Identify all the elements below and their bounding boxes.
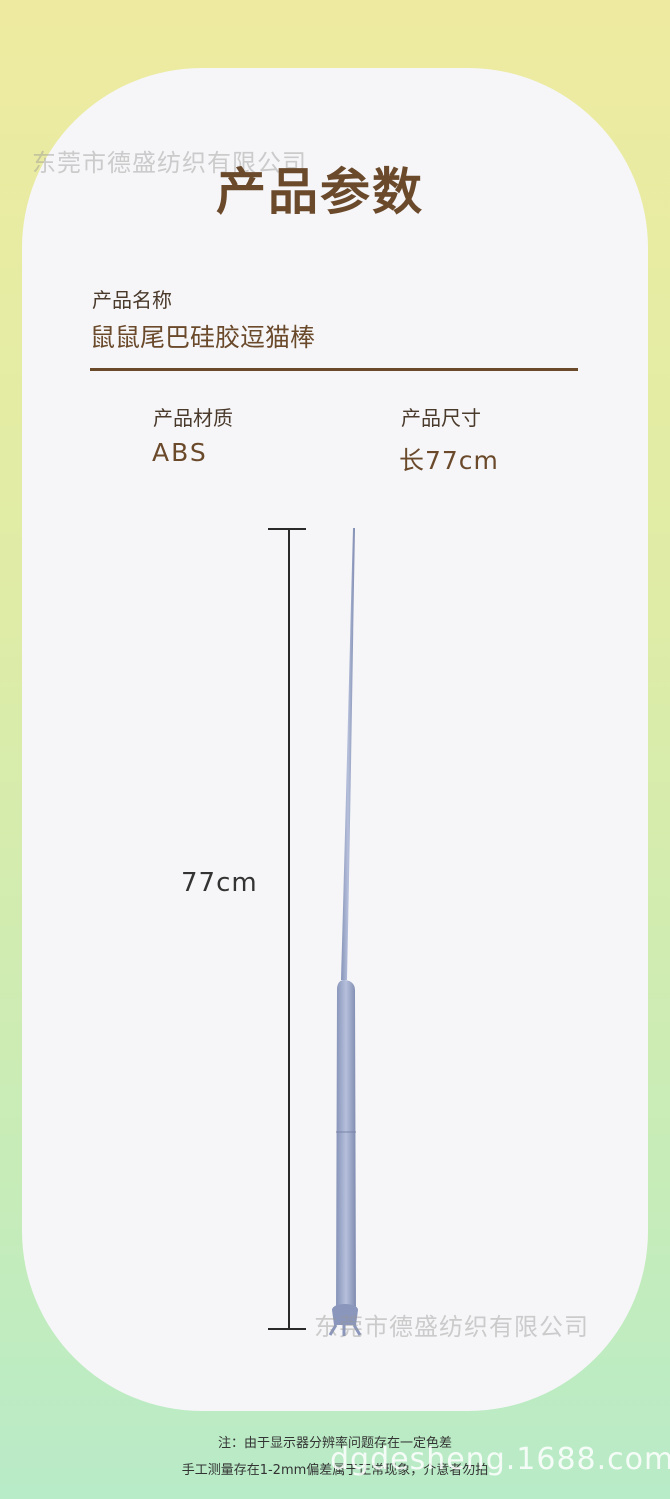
size-label: 产品尺寸: [401, 406, 481, 430]
material-label: 产品材质: [153, 406, 233, 430]
dimension-top-cap: [268, 528, 306, 530]
watermark-site: dgdesheng.1688.com: [330, 1442, 670, 1477]
cat-teaser-wand-image: [328, 528, 362, 1336]
dimension-label: 77cm: [181, 868, 258, 898]
size-value: 长77cm: [399, 446, 499, 475]
material-value: ABS: [152, 438, 208, 467]
product-name-label: 产品名称: [92, 288, 172, 312]
divider: [90, 368, 578, 371]
product-name-value: 鼠鼠尾巴硅胶逗猫棒: [90, 323, 316, 352]
dimension-bottom-cap: [268, 1328, 306, 1330]
watermark-bottom: 东莞市德盛纺织有限公司: [314, 1313, 589, 1341]
page-title: 产品参数: [216, 163, 424, 221]
dimension-line: [288, 529, 290, 1329]
